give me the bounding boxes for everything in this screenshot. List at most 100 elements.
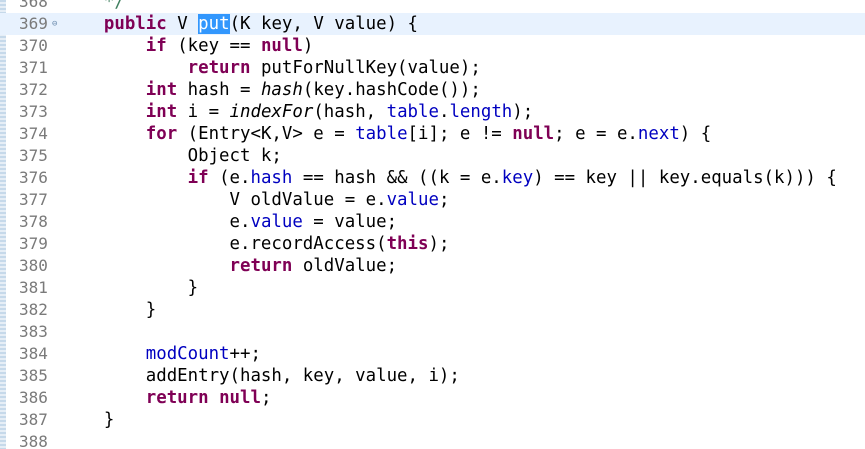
code-token: this [386,234,429,254]
code-token: oldValue; [292,256,398,276]
code-token: V [166,14,199,34]
code-line[interactable]: 374 for (Entry<K,V> e = table[i]; e != n… [0,123,865,145]
code-text[interactable]: V oldValue = e.value; [62,189,450,211]
line-number: 369 [19,14,48,33]
code-text[interactable]: int i = indexFor(hash, table.length); [62,101,533,123]
code-token: V oldValue = e. [62,190,387,210]
code-token: i = [177,102,230,122]
code-token: ; [260,388,272,408]
code-token: key [501,168,534,188]
code-token: = value; [302,212,398,232]
code-token: indexFor [229,102,314,122]
code-token: if [145,36,167,56]
code-text[interactable]: } [62,299,156,321]
code-text[interactable]: e.recordAccess(this); [62,233,450,255]
code-line[interactable]: 371 return putForNullKey(value); [0,57,865,79]
code-token: putForNullKey(value); [250,58,481,78]
line-number: 382 [19,300,48,319]
code-text[interactable]: if (key == null) [62,35,314,57]
code-token: (e. [208,168,251,188]
code-line[interactable]: 369 ⊖ public V put(K key, V value) { [0,13,865,35]
code-token: value [250,212,303,232]
code-line[interactable]: 382 } [0,299,865,321]
code-line[interactable]: 376 if (e.hash == hash && ((k = e.key) =… [0,167,865,189]
code-line[interactable]: 381 } [0,277,865,299]
code-token: ++; [229,344,261,364]
code-line[interactable]: 383 [0,321,865,343]
code-line[interactable]: 387 } [0,409,865,431]
code-line[interactable]: 373 int i = indexFor(hash, table.length)… [0,101,865,123]
code-token: */ [103,0,125,12]
code-token: for [145,124,178,144]
code-text[interactable]: e.value = value; [62,211,398,233]
code-line[interactable]: 388 [0,431,865,449]
code-token: hash [260,80,303,100]
code-line[interactable]: 372 int hash = hash(key.hashCode()); [0,79,865,101]
code-text[interactable]: Object k; [62,145,282,167]
code-token: return [187,58,251,78]
line-number: 388 [19,432,48,449]
code-token: next [637,124,680,144]
code-token: table [355,124,408,144]
fold-collapse-icon[interactable]: ⊖ [52,13,62,35]
line-number: 374 [19,124,48,143]
code-text[interactable]: return oldValue; [62,255,398,277]
line-number: 377 [19,190,48,209]
code-text[interactable]: if (e.hash == hash && ((k = e.key) == ke… [62,167,837,189]
code-token: (K key, V value) { [229,14,419,34]
code-token: (key.hashCode()); [302,80,481,100]
code-line[interactable]: 370 if (key == null) [0,35,865,57]
code-text[interactable]: for (Entry<K,V> e = table[i]; e != null;… [62,123,711,145]
code-line[interactable]: 377 V oldValue = e.value; [0,189,865,211]
code-line[interactable]: 380 return oldValue; [0,255,865,277]
code-token: null [219,388,261,408]
line-number: 381 [19,278,48,297]
code-line[interactable]: 379 e.recordAccess(this); [0,233,865,255]
line-number: 376 [19,168,48,187]
code-token: } [62,300,157,320]
code-token: addEntry(hash, key, value, i); [62,366,460,386]
code-text[interactable]: public V put(K key, V value) { [62,13,418,35]
code-token: ) == key || key.equals(k))) { [533,168,837,188]
line-number: 372 [19,80,48,99]
code-line[interactable]: 368 */ [0,0,865,13]
line-number: 373 [19,102,48,121]
code-token: int [145,102,178,122]
code-text[interactable]: } [62,409,114,431]
code-token: . [438,102,450,122]
code-line[interactable]: 384 modCount++; [0,343,865,365]
code-token: Object k; [62,146,282,166]
code-line[interactable]: 375 Object k; [0,145,865,167]
code-text[interactable]: } [62,277,199,299]
code-text[interactable]: return putForNullKey(value); [62,57,481,79]
line-number: 384 [19,344,48,363]
line-number: 379 [19,234,48,253]
line-number: 385 [19,366,48,385]
code-token: null [260,36,303,56]
code-token: (key == [166,36,261,56]
code-token: } [62,278,199,298]
code-text[interactable]: int hash = hash(key.hashCode()); [62,79,481,101]
code-token: return [229,256,293,276]
code-text[interactable]: */ [62,0,125,13]
code-token: } [62,410,115,430]
code-editor[interactable]: 368 */369 ⊖ public V put(K key, V value) … [0,0,865,449]
code-line[interactable]: 386 return null; [0,387,865,409]
code-token: ) [302,36,314,56]
code-token: e.recordAccess( [62,234,387,254]
line-number: 370 [19,36,48,55]
code-token: ); [428,234,450,254]
code-line[interactable]: 385 addEntry(hash, key, value, i); [0,365,865,387]
code-token: modCount [145,344,230,364]
code-text[interactable]: modCount++; [62,343,261,365]
code-text[interactable]: return null; [62,387,272,409]
code-text[interactable]: addEntry(hash, key, value, i); [62,365,460,387]
code-token: null [512,124,555,144]
code-line[interactable]: 378 e.value = value; [0,211,865,233]
